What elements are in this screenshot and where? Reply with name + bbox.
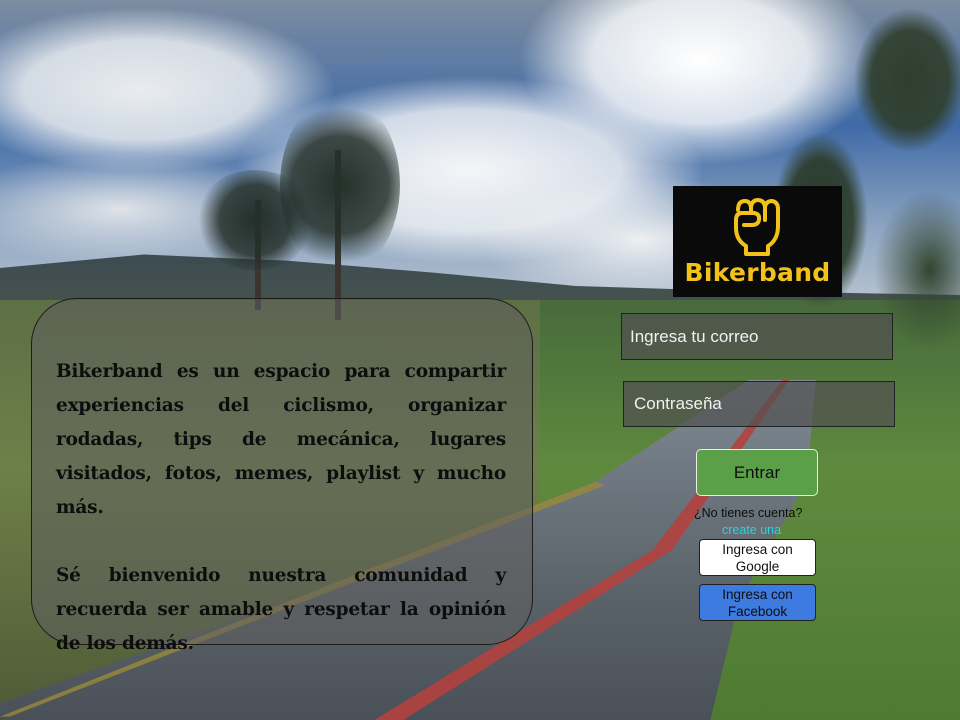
facebook-login-button[interactable]: Ingresa con Facebook [699,584,816,621]
raised-fist-icon [734,198,780,256]
pine-crown [280,95,400,275]
no-account-text: ¿No tienes cuenta? [694,506,803,520]
logo-text: Bikerband [684,258,831,287]
info-paragraph-welcome: Sé bienvenido nuestra comunidad y recuer… [56,565,506,654]
bikerband-logo: Bikerband [673,186,842,297]
info-card: Bikerband es un espacio para compartir e… [31,298,533,654]
create-account-link[interactable]: create una [722,523,781,537]
submit-button[interactable]: Entrar [696,449,818,496]
info-paragraph-intro: Bikerband es un espacio para compartir e… [56,361,506,518]
email-field[interactable] [621,313,893,360]
password-field[interactable] [623,381,895,427]
google-login-button[interactable]: Ingresa con Google [699,539,816,576]
